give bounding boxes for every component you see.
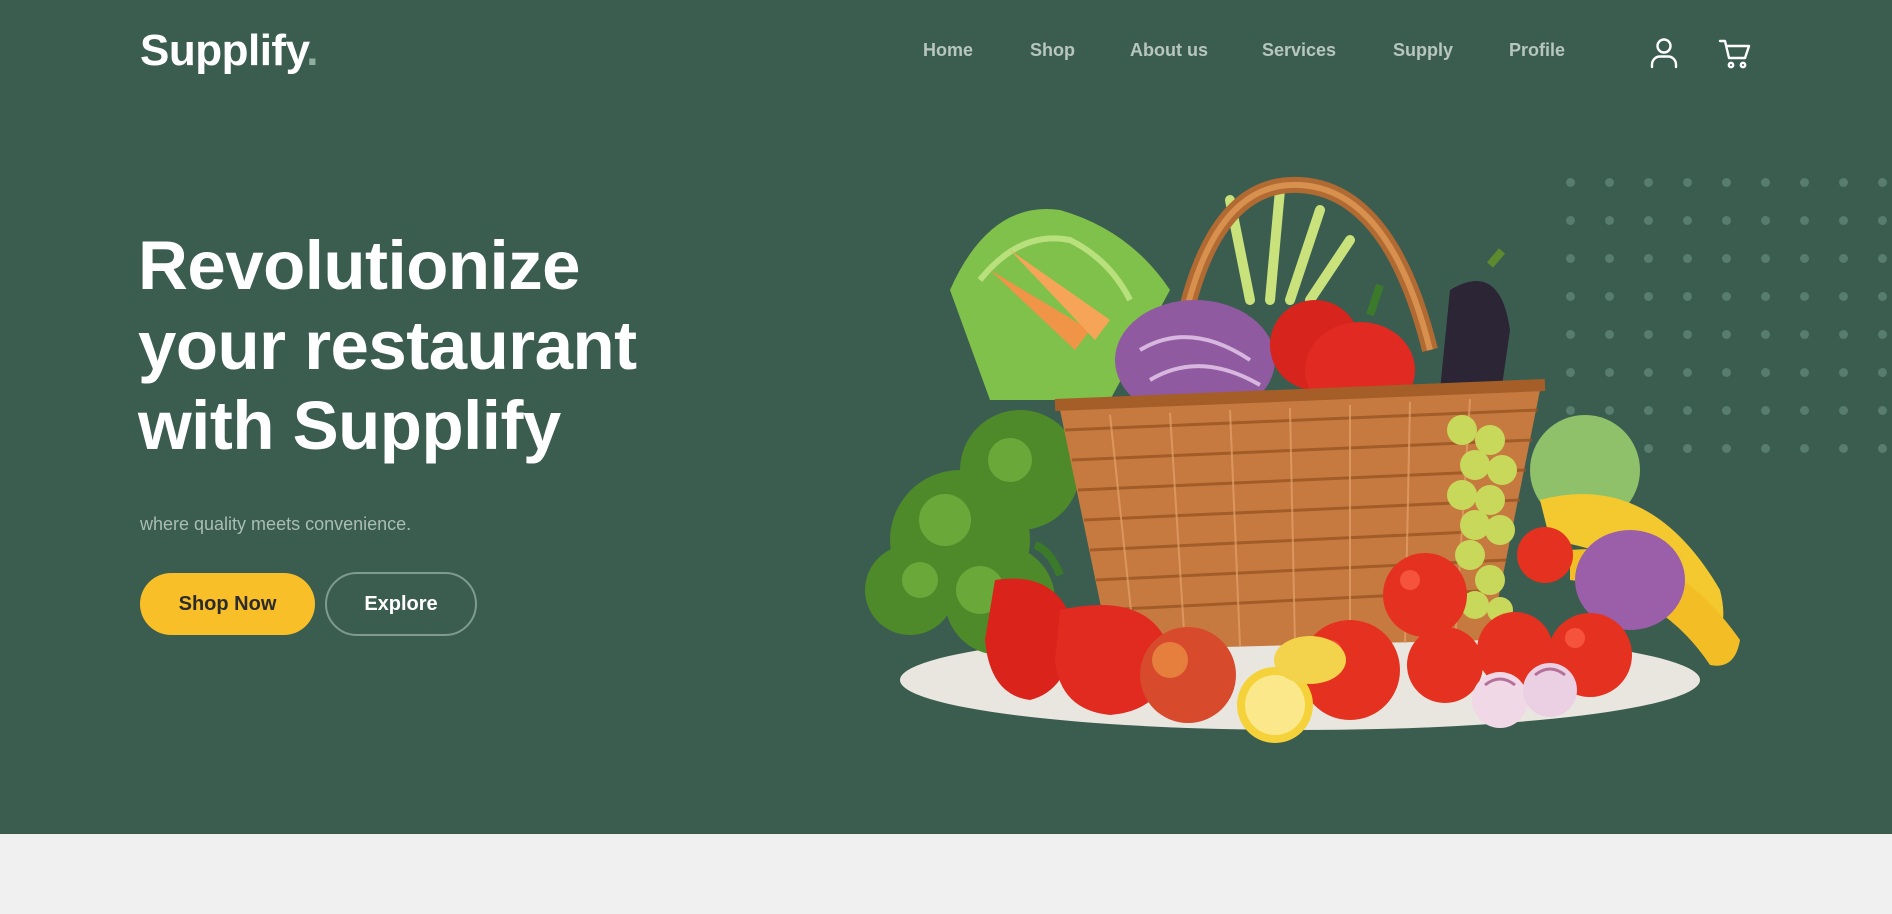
cart-icon[interactable]: [1718, 36, 1752, 70]
pattern-dot: [1878, 254, 1887, 263]
pattern-dot: [1800, 368, 1809, 377]
pattern-dot: [1878, 216, 1887, 225]
headline-line-2: your restaurant: [138, 307, 637, 384]
nav-services[interactable]: Services: [1262, 40, 1336, 61]
hero-headline: Revolutionize your restaurant with Suppl…: [138, 226, 858, 466]
pattern-dot: [1800, 178, 1809, 187]
pattern-dot: [1839, 368, 1848, 377]
pattern-dot: [1839, 216, 1848, 225]
nav-shop[interactable]: Shop: [1030, 40, 1075, 61]
brand-logo[interactable]: Supplify.: [140, 26, 319, 76]
pattern-dot: [1878, 292, 1887, 301]
pattern-dot: [1800, 216, 1809, 225]
hero-subtitle: where quality meets convenience.: [140, 514, 412, 534]
pattern-dot: [1878, 444, 1887, 453]
pattern-dot: [1800, 292, 1809, 301]
pattern-dot: [1839, 330, 1848, 339]
pattern-dot: [1800, 330, 1809, 339]
pattern-dot: [1839, 254, 1848, 263]
pattern-dot: [1800, 444, 1809, 453]
pattern-dot: [1878, 178, 1887, 187]
explore-button[interactable]: Explore: [325, 572, 477, 636]
nav-profile[interactable]: Profile: [1509, 40, 1565, 61]
pattern-dot: [1878, 330, 1887, 339]
next-section: [0, 834, 1892, 914]
pattern-dot: [1800, 254, 1809, 263]
pattern-dot: [1839, 406, 1848, 415]
headline-line-1: Revolutionize: [138, 227, 581, 304]
headline-line-3: with Supplify: [138, 387, 561, 464]
nav-home[interactable]: Home: [923, 40, 973, 61]
pattern-dot: [1839, 178, 1848, 187]
user-icon[interactable]: [1648, 36, 1680, 70]
brand-dot: .: [306, 26, 319, 75]
pattern-dot: [1878, 368, 1887, 377]
pattern-dot: [1878, 406, 1887, 415]
hero-section: Supplify. Home Shop About us Services Su…: [0, 0, 1892, 834]
shop-now-button[interactable]: Shop Now: [140, 573, 315, 635]
vegetable-basket-image: [865, 176, 1740, 743]
nav-supply[interactable]: Supply: [1393, 40, 1453, 61]
pattern-dot: [1800, 406, 1809, 415]
pattern-dot: [1839, 292, 1848, 301]
brand-name: Supplify: [140, 26, 307, 75]
nav-about-us[interactable]: About us: [1130, 40, 1208, 61]
pattern-dot: [1839, 444, 1848, 453]
